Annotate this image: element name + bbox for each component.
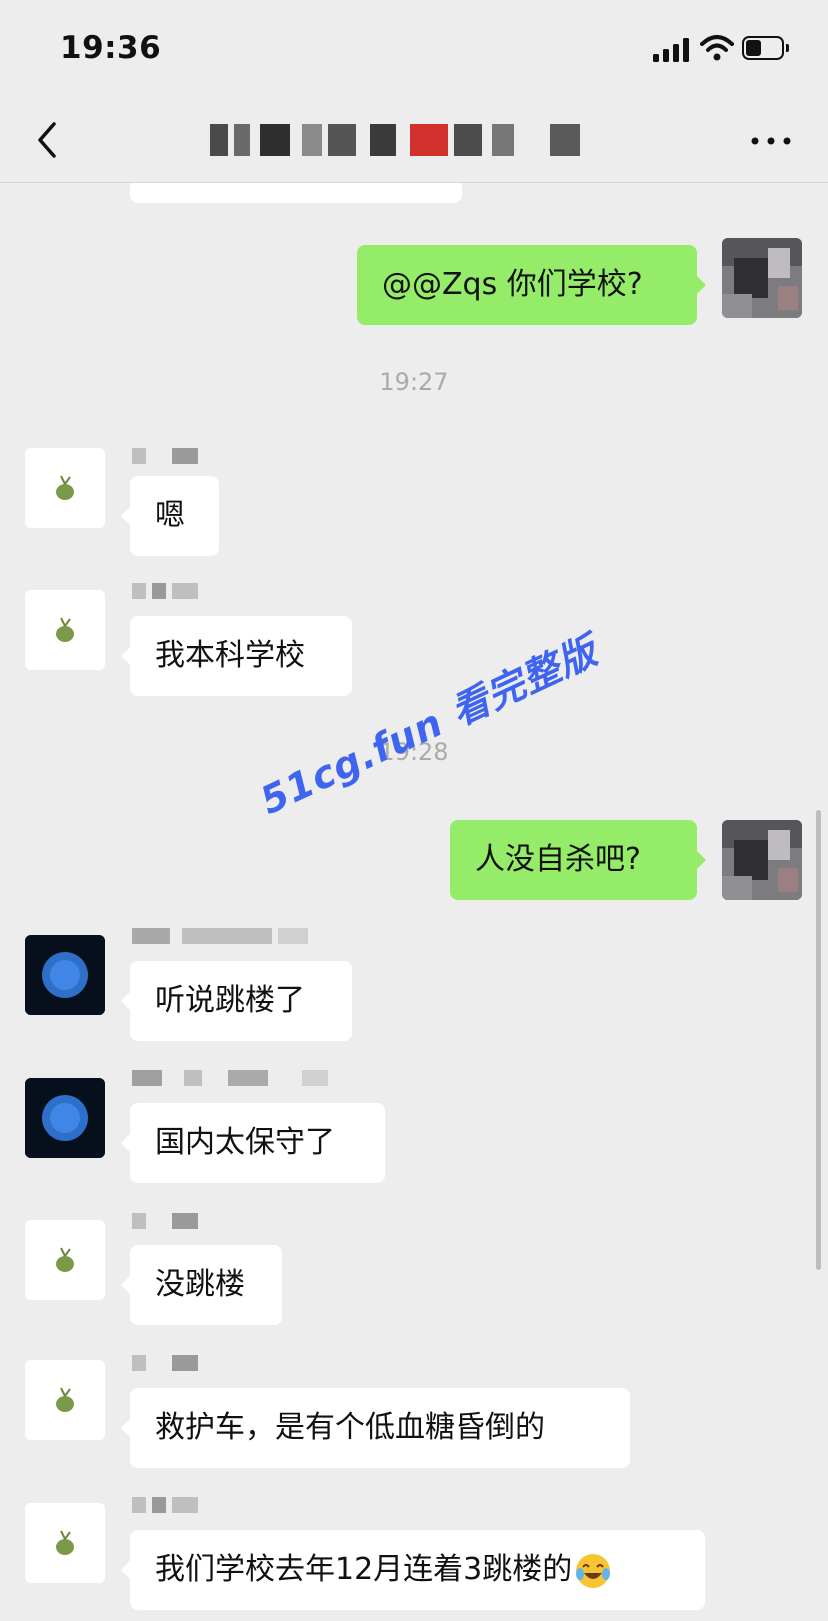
sender-name-blurred: [132, 1070, 332, 1088]
status-time: 19:36: [60, 30, 162, 66]
blue-orb-avatar[interactable]: [25, 935, 105, 1015]
green-sprout-avatar[interactable]: [25, 448, 105, 528]
more-options-icon[interactable]: [748, 126, 794, 156]
self-avatar[interactable]: [722, 238, 802, 318]
message-bubble[interactable]: 国内太保守了: [121, 1103, 385, 1183]
sender-name-blurred: [132, 583, 202, 601]
battery-icon: [742, 36, 792, 62]
chat-nav-bar: [0, 100, 828, 183]
sender-name-blurred: [132, 928, 322, 946]
back-chevron-icon[interactable]: [28, 118, 68, 162]
self-avatar[interactable]: [722, 820, 802, 900]
message-bubble-partial[interactable]: [130, 183, 462, 203]
message-bubble[interactable]: 嗯: [121, 476, 219, 556]
message-text: 我们学校去年12月连着3跳楼的: [155, 1552, 573, 1587]
message-list[interactable]: @@Zqs 你们学校? 19:27 嗯 我本科学校 19:28 人没自杀吧? 听…: [0, 183, 828, 1621]
message-bubble[interactable]: 我们学校去年12月连着3跳楼的: [121, 1530, 705, 1610]
sender-name-blurred: [132, 1355, 202, 1373]
green-sprout-avatar[interactable]: [25, 1360, 105, 1440]
chat-title-blurred: [210, 120, 600, 160]
message-bubble[interactable]: 救护车，是有个低血糖昏倒的: [121, 1388, 630, 1468]
sender-name-blurred: [132, 1213, 202, 1231]
blue-orb-avatar[interactable]: [25, 1078, 105, 1158]
message-bubble[interactable]: 人没自杀吧?: [450, 820, 706, 900]
green-sprout-avatar[interactable]: [25, 1220, 105, 1300]
green-sprout-avatar[interactable]: [25, 590, 105, 670]
wifi-icon: [700, 35, 734, 61]
message-bubble[interactable]: 没跳楼: [121, 1245, 282, 1325]
message-bubble[interactable]: @@Zqs 你们学校?: [357, 245, 706, 325]
message-bubble[interactable]: 听说跳楼了: [121, 961, 352, 1041]
scrollbar[interactable]: [816, 810, 821, 1270]
message-bubble[interactable]: 我本科学校: [121, 616, 352, 696]
status-bar: 19:36: [0, 0, 828, 100]
sender-name-blurred: [132, 448, 202, 466]
green-sprout-avatar[interactable]: [25, 1503, 105, 1583]
timestamp-separator: 19:27: [379, 368, 449, 396]
sender-name-blurred: [132, 1497, 202, 1515]
laughing-crying-emoji-icon: [576, 1553, 611, 1588]
cellular-signal-icon: [653, 38, 691, 62]
